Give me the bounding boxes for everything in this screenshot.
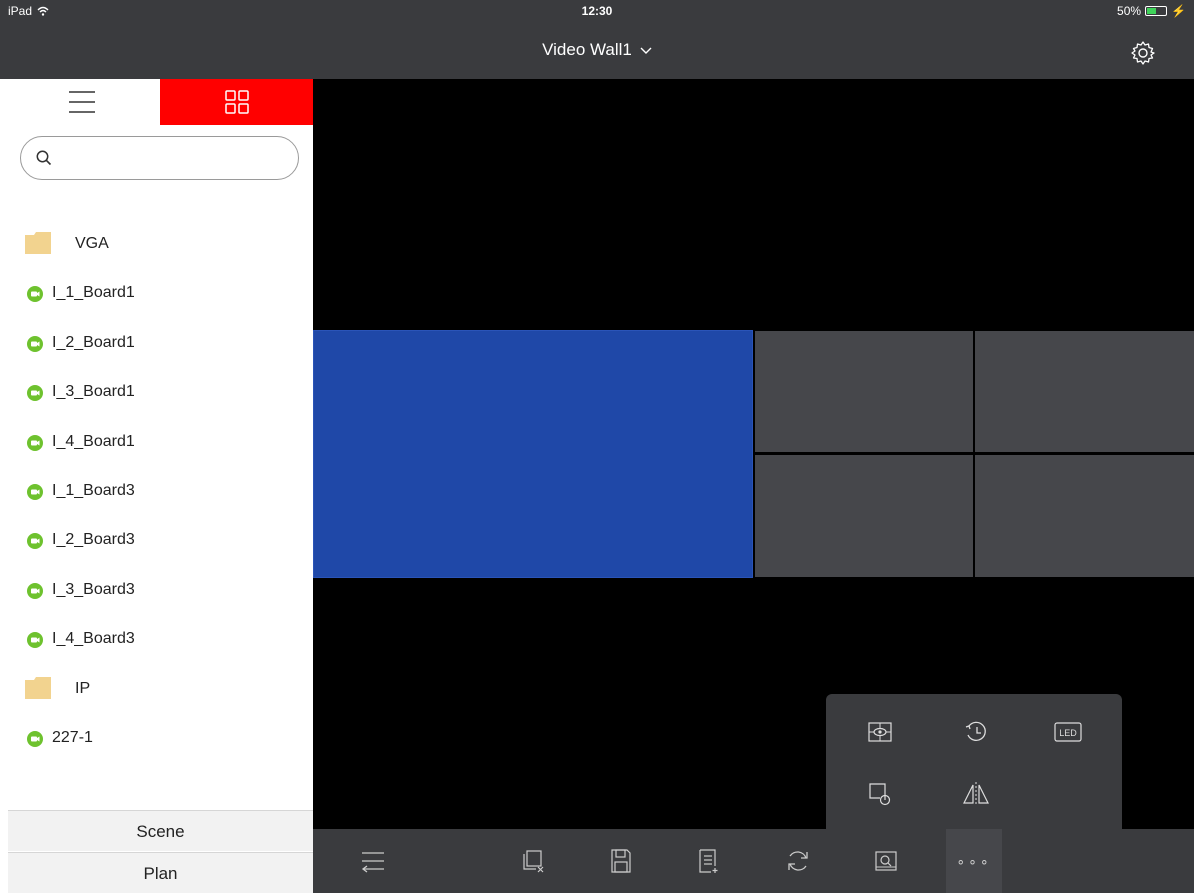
tree-camera-item[interactable]: I_1_Board1 <box>0 269 313 318</box>
zoom-window-button[interactable] <box>868 843 904 879</box>
more-menu-popup: LED <box>826 694 1122 829</box>
tree-item-label: I_2_Board1 <box>52 333 135 351</box>
tree-item-label: I_1_Board3 <box>52 481 135 499</box>
wall-window[interactable] <box>975 331 1194 452</box>
collapse-sidebar-button[interactable] <box>355 843 391 879</box>
led-button[interactable]: LED <box>1050 714 1086 750</box>
clock: 12:30 <box>581 4 613 18</box>
tree-item-label: 227-1 <box>52 728 93 746</box>
more-icon: ∘∘∘ <box>956 852 992 869</box>
wall-window[interactable] <box>755 331 973 452</box>
camera-online-icon <box>27 335 43 352</box>
tree-camera-item[interactable]: I_2_Board3 <box>0 516 313 565</box>
tree-camera-item[interactable]: I_3_Board1 <box>0 368 313 417</box>
tree-item-label: IP <box>75 679 91 697</box>
add-plan-icon <box>699 849 718 873</box>
plan-button[interactable]: Plan <box>8 852 313 893</box>
folder-icon <box>25 676 51 699</box>
search-field[interactable] <box>20 136 299 180</box>
clear-windows-button[interactable] <box>515 843 551 879</box>
camera-online-icon <box>27 582 43 599</box>
save-button[interactable] <box>603 843 639 879</box>
wall-selector[interactable]: Video Wall1 <box>0 40 1194 60</box>
battery-percent: 50% <box>1117 4 1142 18</box>
refresh-icon <box>788 851 808 871</box>
camera-online-icon <box>27 385 43 402</box>
camera-online-icon <box>27 483 43 500</box>
playback-button[interactable] <box>958 714 994 750</box>
playback-history-icon <box>965 721 986 741</box>
search-input[interactable] <box>65 145 285 171</box>
camera-online-icon <box>27 730 43 747</box>
refresh-button[interactable] <box>780 843 816 879</box>
gear-icon[interactable] <box>1130 40 1156 66</box>
app-root: iPad 12:30 50% ⚡ Video Wall1 VGA I_1_Boa… <box>0 0 1194 893</box>
save-icon <box>611 849 631 873</box>
collapse-sidebar-icon <box>361 852 384 873</box>
tab-list-view[interactable] <box>0 79 160 125</box>
tree-camera-item[interactable]: I_2_Board1 <box>0 319 313 368</box>
mirror-button[interactable] <box>958 776 994 812</box>
grid-icon <box>225 90 249 114</box>
tree-camera-item[interactable]: I_1_Board3 <box>0 467 313 516</box>
tree-camera-item[interactable]: I_4_Board1 <box>0 418 313 467</box>
tree-item-label: I_4_Board3 <box>52 630 135 648</box>
sidebar-tabs <box>0 79 313 125</box>
tree-item-label: I_3_Board3 <box>52 580 135 598</box>
led-text: LED <box>1059 728 1077 738</box>
tree-item-label: I_3_Board1 <box>52 383 135 401</box>
device-tree: VGA I_1_Board1 I_2_Board1 I_3_Board1 I_4_Boa… <box>0 220 313 763</box>
charging-icon: ⚡ <box>1171 4 1186 18</box>
sidebar: VGA I_1_Board1 I_2_Board1 I_3_Board1 I_4_Boa… <box>0 79 313 893</box>
tree-item-label: I_2_Board3 <box>52 531 135 549</box>
wall-window-selected[interactable] <box>313 330 753 578</box>
mirror-icon <box>963 782 989 806</box>
led-icon: LED <box>1054 722 1082 742</box>
tree-item-label: VGA <box>75 235 109 252</box>
window-preview-icon <box>868 722 892 742</box>
status-bar: iPad 12:30 50% ⚡ <box>0 0 1194 22</box>
app-header: Video Wall1 <box>0 22 1194 79</box>
camera-online-icon <box>27 632 43 649</box>
list-icon <box>69 91 95 113</box>
tree-item-label: I_1_Board1 <box>52 284 135 302</box>
screen-power-button[interactable] <box>862 776 898 812</box>
tree-folder[interactable]: VGA <box>0 220 313 269</box>
page-title: Video Wall1 <box>542 40 632 59</box>
window-preview-button[interactable] <box>862 714 898 750</box>
bottom-toolbar: ∘∘∘ <box>313 829 1194 893</box>
add-plan-button[interactable] <box>690 843 726 879</box>
tree-item-label: I_4_Board1 <box>52 432 135 450</box>
tab-grid-view[interactable] <box>160 79 313 125</box>
screen-power-icon <box>869 783 891 806</box>
battery-icon <box>1145 6 1168 16</box>
tree-camera-item[interactable]: I_4_Board3 <box>0 615 313 664</box>
search-icon <box>36 150 52 166</box>
battery-indicator: 50% ⚡ <box>1117 4 1186 18</box>
tree-camera-item[interactable]: I_3_Board3 <box>0 566 313 615</box>
camera-online-icon <box>27 434 43 451</box>
camera-online-icon <box>27 533 43 550</box>
wall-window[interactable] <box>975 455 1194 577</box>
wall-window[interactable] <box>755 455 973 577</box>
tree-camera-item[interactable]: 227-1 <box>0 714 313 763</box>
tree-folder[interactable]: IP <box>0 665 313 714</box>
zoom-window-icon <box>875 851 897 871</box>
chevron-down-icon <box>640 43 652 58</box>
clear-windows-icon <box>523 850 544 873</box>
scene-button[interactable]: Scene <box>8 810 313 851</box>
more-button[interactable]: ∘∘∘ <box>946 829 1002 893</box>
folder-icon <box>25 232 51 254</box>
camera-online-icon <box>27 286 43 303</box>
